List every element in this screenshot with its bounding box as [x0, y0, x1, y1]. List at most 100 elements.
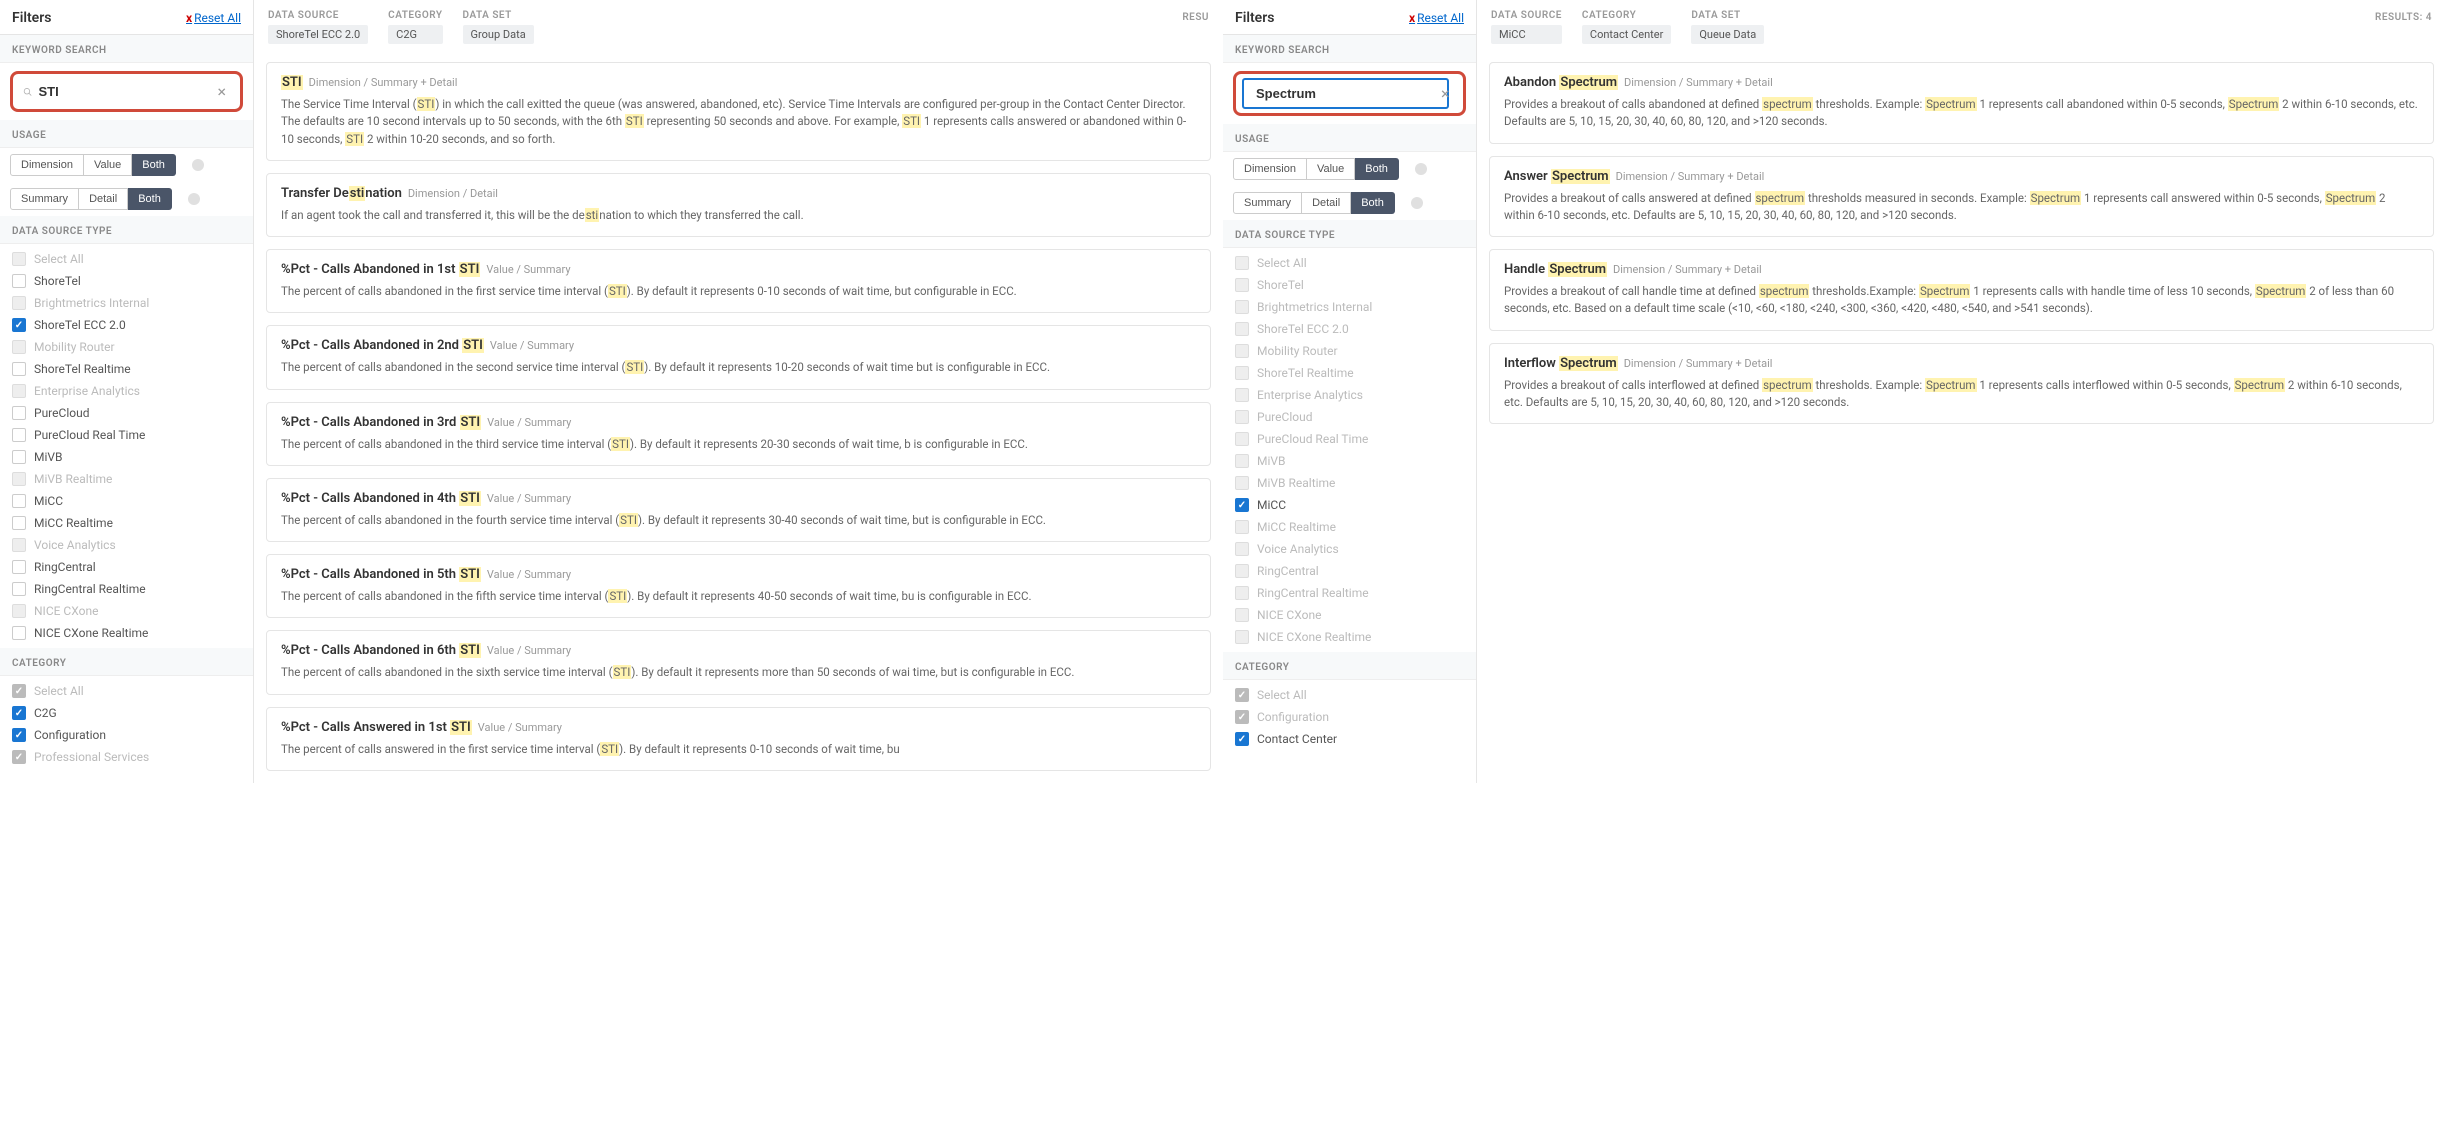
data-source-tag[interactable]: ShoreTel ECC 2.0: [268, 25, 368, 44]
checkbox-icon[interactable]: [12, 494, 26, 508]
info-icon[interactable]: [192, 159, 204, 171]
result-description: The percent of calls abandoned in the se…: [281, 359, 1196, 376]
result-card[interactable]: %Pct - Calls Abandoned in 5th STIValue /…: [266, 554, 1211, 618]
checkbox-item[interactable]: RingCentral: [0, 556, 253, 578]
checkbox-icon[interactable]: [12, 560, 26, 574]
usage-summary-button[interactable]: Summary: [1233, 192, 1302, 214]
result-card[interactable]: Handle SpectrumDimension / Summary + Det…: [1489, 249, 2434, 331]
checkbox-item[interactable]: NICE CXone Realtime: [0, 622, 253, 644]
checkbox-label: ShoreTel ECC 2.0: [1257, 322, 1349, 336]
checkbox-item[interactable]: ShoreTel ECC 2.0: [0, 314, 253, 336]
usage-both-button[interactable]: Both: [132, 154, 176, 176]
checkbox-item[interactable]: MiVB: [0, 446, 253, 468]
checkbox-icon[interactable]: [12, 582, 26, 596]
info-icon[interactable]: [188, 193, 200, 205]
results-right: DATA SOURCEMiCC CATEGORYContact Center D…: [1477, 0, 2446, 783]
checkbox-item[interactable]: ShoreTel Realtime: [0, 358, 253, 380]
checkbox-icon[interactable]: [1235, 732, 1249, 746]
checkbox-icon[interactable]: [12, 450, 26, 464]
result-card[interactable]: Transfer DestinationDimension / DetailIf…: [266, 173, 1211, 237]
data-set-tag[interactable]: Group Data: [463, 25, 534, 44]
clear-search-icon[interactable]: ×: [213, 82, 230, 101]
checkbox-item[interactable]: Contact Center: [1223, 728, 1476, 750]
result-card[interactable]: %Pct - Calls Answered in 1st STIValue / …: [266, 707, 1211, 771]
checkbox-label: C2G: [34, 706, 57, 720]
checkbox-item[interactable]: MiCC Realtime: [0, 512, 253, 534]
checkbox-icon[interactable]: [12, 428, 26, 442]
result-description: The Service Time Interval (STI) in which…: [281, 96, 1196, 148]
info-icon[interactable]: [1411, 197, 1423, 209]
usage-both-button[interactable]: Both: [1355, 158, 1399, 180]
checkbox-item: Mobility Router: [0, 336, 253, 358]
checkbox-item: PureCloud: [1223, 406, 1476, 428]
data-source-tag[interactable]: MiCC: [1491, 25, 1562, 44]
checkbox-item: Professional Services: [0, 746, 253, 768]
result-card[interactable]: STIDimension / Summary + DetailThe Servi…: [266, 62, 1211, 161]
checkbox-icon[interactable]: [12, 626, 26, 640]
usage-detail-button[interactable]: Detail: [79, 188, 128, 210]
filters-title: Filters: [1235, 10, 1274, 26]
checkbox-label: MiVB: [34, 450, 63, 464]
data-set-tag[interactable]: Queue Data: [1691, 25, 1764, 44]
checkbox-icon[interactable]: [12, 516, 26, 530]
usage-both2-button[interactable]: Both: [1351, 192, 1395, 214]
checkbox-item[interactable]: MiCC: [1223, 494, 1476, 516]
reset-all-link[interactable]: xReset All: [186, 11, 241, 25]
checkbox-item[interactable]: PureCloud Real Time: [0, 424, 253, 446]
usage-value-button[interactable]: Value: [1307, 158, 1355, 180]
result-description: The percent of calls abandoned in the th…: [281, 436, 1196, 453]
checkbox-icon[interactable]: [1235, 498, 1249, 512]
result-meta: Value / Summary: [486, 263, 570, 276]
search-box[interactable]: ×: [10, 71, 243, 112]
result-card[interactable]: %Pct - Calls Abandoned in 6th STIValue /…: [266, 630, 1211, 694]
checkbox-icon[interactable]: [12, 406, 26, 420]
usage-dimension-button[interactable]: Dimension: [1233, 158, 1307, 180]
usage-group-1: Dimension Value Both: [1233, 158, 1399, 180]
clear-search-icon[interactable]: ×: [1437, 84, 1454, 103]
usage-detail-button[interactable]: Detail: [1302, 192, 1351, 214]
checkbox-item[interactable]: PureCloud: [0, 402, 253, 424]
result-card[interactable]: %Pct - Calls Abandoned in 1st STIValue /…: [266, 249, 1211, 313]
checkbox-item: Select All: [1223, 684, 1476, 706]
usage-value-button[interactable]: Value: [84, 154, 132, 176]
usage-both2-button[interactable]: Both: [128, 188, 172, 210]
result-meta: Dimension / Summary + Detail: [1613, 263, 1762, 276]
checkbox-item[interactable]: RingCentral Realtime: [0, 578, 253, 600]
checkbox-item[interactable]: MiCC: [0, 490, 253, 512]
search-input[interactable]: [1256, 86, 1431, 101]
filters-sidebar-left: Filters xReset All KEYWORD SEARCH × USAG…: [0, 0, 254, 783]
result-meta: Value / Summary: [487, 416, 571, 429]
category-tag[interactable]: C2G: [388, 25, 442, 44]
checkbox-item[interactable]: C2G: [0, 702, 253, 724]
result-description: The percent of calls abandoned in the fi…: [281, 283, 1196, 300]
checkbox-icon[interactable]: [12, 728, 26, 742]
search-input[interactable]: [38, 84, 213, 99]
result-title: STI: [281, 75, 303, 90]
checkbox-icon[interactable]: [12, 318, 26, 332]
category-tag[interactable]: Contact Center: [1582, 25, 1671, 44]
checkbox-item[interactable]: Configuration: [0, 724, 253, 746]
checkbox-label: NICE CXone Realtime: [1257, 630, 1371, 644]
result-card[interactable]: Abandon SpectrumDimension / Summary + De…: [1489, 62, 2434, 144]
info-icon[interactable]: [1415, 163, 1427, 175]
checkbox-icon[interactable]: [12, 706, 26, 720]
usage-summary-button[interactable]: Summary: [10, 188, 79, 210]
result-card[interactable]: Answer SpectrumDimension / Summary + Det…: [1489, 156, 2434, 238]
result-card[interactable]: %Pct - Calls Abandoned in 2nd STIValue /…: [266, 325, 1211, 389]
checkbox-label: MiCC Realtime: [34, 516, 113, 530]
checkbox-icon[interactable]: [12, 362, 26, 376]
usage-dimension-button[interactable]: Dimension: [10, 154, 84, 176]
checkbox-item: Select All: [1223, 252, 1476, 274]
result-card[interactable]: %Pct - Calls Abandoned in 4th STIValue /…: [266, 478, 1211, 542]
checkbox-item[interactable]: ShoreTel: [0, 270, 253, 292]
search-box[interactable]: ×: [1233, 71, 1466, 116]
reset-all-link[interactable]: xReset All: [1409, 11, 1464, 25]
checkbox-item: RingCentral: [1223, 560, 1476, 582]
checkbox-icon[interactable]: [12, 274, 26, 288]
result-card[interactable]: %Pct - Calls Abandoned in 3rd STIValue /…: [266, 402, 1211, 466]
checkbox-icon: [1235, 564, 1249, 578]
result-title: %Pct - Calls Abandoned in 6th STI: [281, 643, 481, 658]
checkbox-item: Enterprise Analytics: [1223, 384, 1476, 406]
result-card[interactable]: Interflow SpectrumDimension / Summary + …: [1489, 343, 2434, 425]
result-title: Answer Spectrum: [1504, 169, 1610, 184]
